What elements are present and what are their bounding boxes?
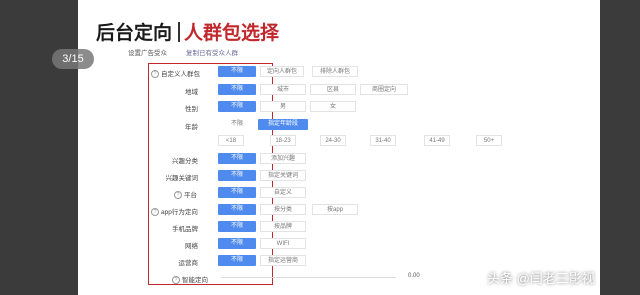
interest-unlimited-button[interactable]: 不限 (218, 153, 256, 164)
keyword-unlimited-button[interactable]: 不限 (218, 170, 256, 181)
row-label-interest: 兴趣分类 (172, 158, 198, 165)
age-range-24-30[interactable]: 24-30 (320, 135, 346, 146)
age-range-50-plus[interactable]: 50+ (476, 135, 502, 146)
keyword-specify-button[interactable]: 指定关键词 (260, 170, 306, 181)
row-label-carrier: 运营商 (178, 260, 199, 267)
interest-add-button[interactable]: 添加兴趣 (260, 153, 306, 164)
custom-audience-include-button[interactable]: 定向人群包 (260, 66, 304, 77)
row-label-phone-brand: 手机品牌 (172, 226, 198, 233)
custom-audience-exclude-button[interactable]: 排除人群包 (312, 66, 358, 77)
carrier-specify-button[interactable]: 指定运营商 (260, 255, 306, 266)
slide-title: 后台定向 人群包选择 (96, 18, 279, 45)
info-icon: ? (151, 208, 159, 217)
gender-male-button[interactable]: 男 (260, 101, 306, 112)
settings-label: 设置广告受众 (128, 50, 167, 57)
smart-targeting-value: 0.00 (408, 273, 420, 279)
smart-targeting-slider[interactable] (221, 277, 396, 278)
region-city-button[interactable]: 城市 (260, 84, 306, 95)
network-unlimited-button[interactable]: 不限 (218, 238, 256, 249)
gender-female-button[interactable]: 女 (310, 101, 356, 112)
platform-unlimited-button[interactable]: 不限 (218, 187, 256, 198)
title-divider (178, 22, 181, 42)
age-unlimited-button[interactable]: 不限 (218, 119, 256, 130)
brand-select-button[interactable]: 按品牌 (260, 221, 306, 232)
region-unlimited-button[interactable]: 不限 (218, 84, 256, 95)
row-label-age: 年龄 (185, 124, 198, 131)
row-label-interest-keyword: 兴趣关键词 (165, 175, 199, 182)
page-indicator: 3/15 (52, 49, 94, 69)
row-label-smart-targeting: ? 智能定向 (172, 274, 208, 285)
slide: 后台定向 人群包选择 设置广告受众 复制已有受众人群 ? 自定义人群包 不限 定向人… (78, 0, 600, 295)
title-sub: 人群包选择 (184, 23, 280, 44)
age-range-41-49[interactable]: 41-49 (424, 135, 450, 146)
row-label-platform: ? 平台 (174, 189, 197, 200)
row-label-region: 地域 (185, 89, 198, 96)
gender-unlimited-button[interactable]: 不限 (218, 101, 256, 112)
age-range-18-23[interactable]: 18-23 (270, 135, 296, 146)
row-label-custom-audience: ? 自定义人群包 (151, 68, 200, 79)
copy-audience-link[interactable]: 复制已有受众人群 (186, 47, 238, 57)
app-behavior-app-button[interactable]: 按app (312, 204, 358, 215)
info-icon: ? (172, 276, 180, 285)
info-icon: ? (174, 191, 182, 200)
custom-audience-unlimited-button[interactable]: 不限 (218, 66, 256, 77)
watermark: 头条 @闫老三影视 (487, 271, 595, 286)
title-main: 后台定向 (96, 23, 173, 44)
age-range-31-40[interactable]: 31-40 (370, 135, 396, 146)
carrier-unlimited-button[interactable]: 不限 (218, 255, 256, 266)
platform-custom-button[interactable]: 自定义 (260, 187, 306, 198)
row-label-gender: 性别 (185, 106, 198, 113)
app-behavior-category-button[interactable]: 按分类 (260, 204, 306, 215)
row-label-network: 网络 (185, 243, 198, 250)
age-specify-button[interactable]: 指定年龄段 (258, 119, 308, 130)
region-district-button[interactable]: 区县 (310, 84, 356, 95)
region-business-district-button[interactable]: 商圈定向 (360, 84, 408, 95)
network-wifi-button[interactable]: WIFI (260, 238, 306, 249)
age-range-under-18[interactable]: <18 (218, 135, 244, 146)
row-label-app-behavior: ? app行为定向 (151, 206, 198, 217)
app-behavior-unlimited-button[interactable]: 不限 (218, 204, 256, 215)
brand-unlimited-button[interactable]: 不限 (218, 221, 256, 232)
info-icon: ? (151, 70, 159, 79)
